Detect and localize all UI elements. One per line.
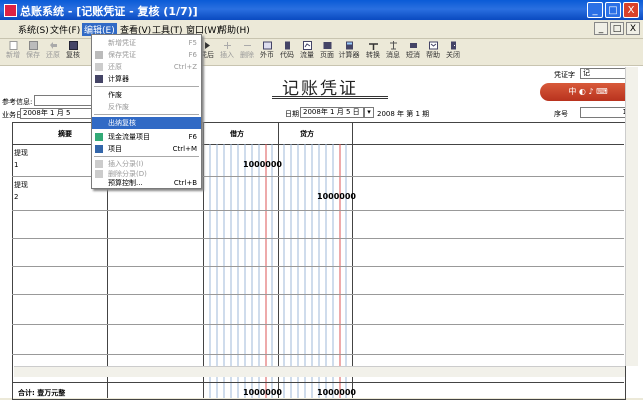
- row-divider: [12, 354, 624, 355]
- menu-item-void[interactable]: 作废: [92, 89, 201, 101]
- row1-summary[interactable]: 提现: [14, 148, 28, 158]
- sms-icon: [409, 43, 417, 48]
- row2-summary[interactable]: 提现: [14, 180, 28, 190]
- title-bar: 总账系统 - [记账凭证 - 复核 (1/7)] _ □ X: [0, 0, 643, 20]
- convert-icon: [368, 43, 378, 50]
- col-divider: [352, 122, 353, 398]
- currency-icon: [262, 41, 272, 50]
- date-label: 日期: [285, 110, 299, 118]
- biz-date-input[interactable]: 2008年 1 月 5: [20, 108, 92, 119]
- cashflow-icon: [95, 133, 103, 141]
- voucher-no-input[interactable]: 记: [580, 68, 630, 79]
- insert-icon: [223, 42, 231, 49]
- row1-debit[interactable]: 1000000: [243, 160, 282, 169]
- menu-file[interactable]: 文件(F): [50, 23, 80, 36]
- row-divider: [12, 210, 624, 211]
- col-summary-header: 摘要: [58, 130, 72, 138]
- row2-index: 2: [14, 193, 19, 201]
- col-credit-header: 贷方: [300, 130, 314, 138]
- row1-index: 1: [14, 161, 19, 169]
- toolbar-review-button[interactable]: 复核: [62, 40, 84, 64]
- new-icon: [9, 41, 17, 50]
- total-label: 合计: 壹万元整: [18, 389, 66, 397]
- menu-item-undo[interactable]: 还原 Ctrl+Z: [92, 61, 201, 73]
- row-divider: [12, 238, 624, 239]
- title-underline: [272, 96, 388, 97]
- calculator-icon: [95, 75, 103, 83]
- toolbar-close-button[interactable]: 关闭: [442, 40, 464, 64]
- menu-system[interactable]: 系统(S): [18, 23, 49, 36]
- seq-input[interactable]: 1: [580, 107, 630, 118]
- menu-separator: [94, 86, 199, 87]
- menu-item-unvoid[interactable]: 反作废: [92, 101, 201, 113]
- undo-icon: [49, 42, 57, 49]
- row-divider: [12, 294, 624, 295]
- row-divider: [12, 266, 624, 267]
- seq-label: 序号: [554, 110, 568, 118]
- period-text: 2008 年 第 1 期: [377, 110, 430, 118]
- maximize-button[interactable]: □: [605, 2, 621, 18]
- review-icon: [68, 41, 78, 50]
- menu-help[interactable]: 帮助(H): [218, 23, 250, 36]
- row2-credit[interactable]: 1000000: [317, 192, 356, 201]
- toolbar-calculator-button[interactable]: 计算器: [338, 40, 360, 64]
- vertical-scrollbar[interactable]: [625, 67, 638, 366]
- app-icon: [4, 4, 17, 17]
- ref-info-label: 参考信息:: [2, 98, 33, 106]
- save-icon: [95, 51, 103, 59]
- edit-menu: 新增凭证 F5 保存凭证 F6 还原 Ctrl+Z 计算器 作废 反作废 出纳复核 现…: [91, 34, 202, 189]
- total-debit: 1000000: [243, 388, 282, 397]
- menu-item-new-voucher[interactable]: 新增凭证 F5: [92, 37, 201, 49]
- menu-separator: [94, 156, 199, 157]
- flow-icon: [302, 41, 312, 50]
- horizontal-scrollbar[interactable]: [14, 366, 625, 377]
- menu-item-project[interactable]: 项目 Ctrl+M: [92, 143, 201, 155]
- insert-icon: [95, 160, 103, 168]
- menu-item-calculator[interactable]: 计算器: [92, 73, 201, 85]
- voucher-no-label: 凭证字: [554, 71, 575, 79]
- next-icon: [204, 42, 210, 49]
- mdi-close-button[interactable]: X: [626, 22, 640, 35]
- help-icon: [428, 41, 438, 50]
- row-divider: [12, 324, 624, 325]
- ime-toolbar[interactable]: 中 ◐ ♪ ⌨: [540, 83, 636, 101]
- window-title: 总账系统 - [记账凭证 - 复核 (1/7)]: [20, 5, 198, 18]
- undo-icon: [95, 63, 103, 71]
- mdi-restore-button[interactable]: □: [610, 22, 624, 35]
- menu-item-cashier-review[interactable]: 出纳复核: [92, 117, 201, 129]
- ref-info-input[interactable]: [34, 95, 92, 106]
- date-input[interactable]: 2008年 1 月 5 日: [300, 107, 364, 118]
- calculator-icon: [345, 41, 353, 50]
- save-icon: [28, 41, 38, 50]
- amount-grid: [209, 144, 347, 398]
- minimize-button[interactable]: _: [587, 2, 603, 18]
- total-credit: 1000000: [317, 388, 356, 397]
- project-icon: [95, 145, 103, 153]
- menu-item-cashflow-item[interactable]: 现金流量项目 F6: [92, 131, 201, 143]
- close-button[interactable]: X: [623, 2, 639, 18]
- col-debit-header: 借方: [230, 130, 244, 138]
- menu-item-save-voucher[interactable]: 保存凭证 F6: [92, 49, 201, 61]
- close-door-icon: [450, 41, 456, 50]
- menu-separator: [94, 114, 199, 115]
- title-underline-double: [272, 98, 388, 99]
- total-row-divider: [12, 382, 624, 383]
- delete-icon: [243, 45, 251, 46]
- date-dropdown-button[interactable]: ▾: [364, 107, 374, 118]
- code-icon: [284, 41, 290, 50]
- mdi-minimize-button[interactable]: _: [594, 22, 608, 35]
- message-icon: [389, 41, 397, 50]
- page-icon: [323, 42, 331, 49]
- menu-item-budget-control[interactable]: 预算控制... Ctrl+B: [92, 177, 201, 189]
